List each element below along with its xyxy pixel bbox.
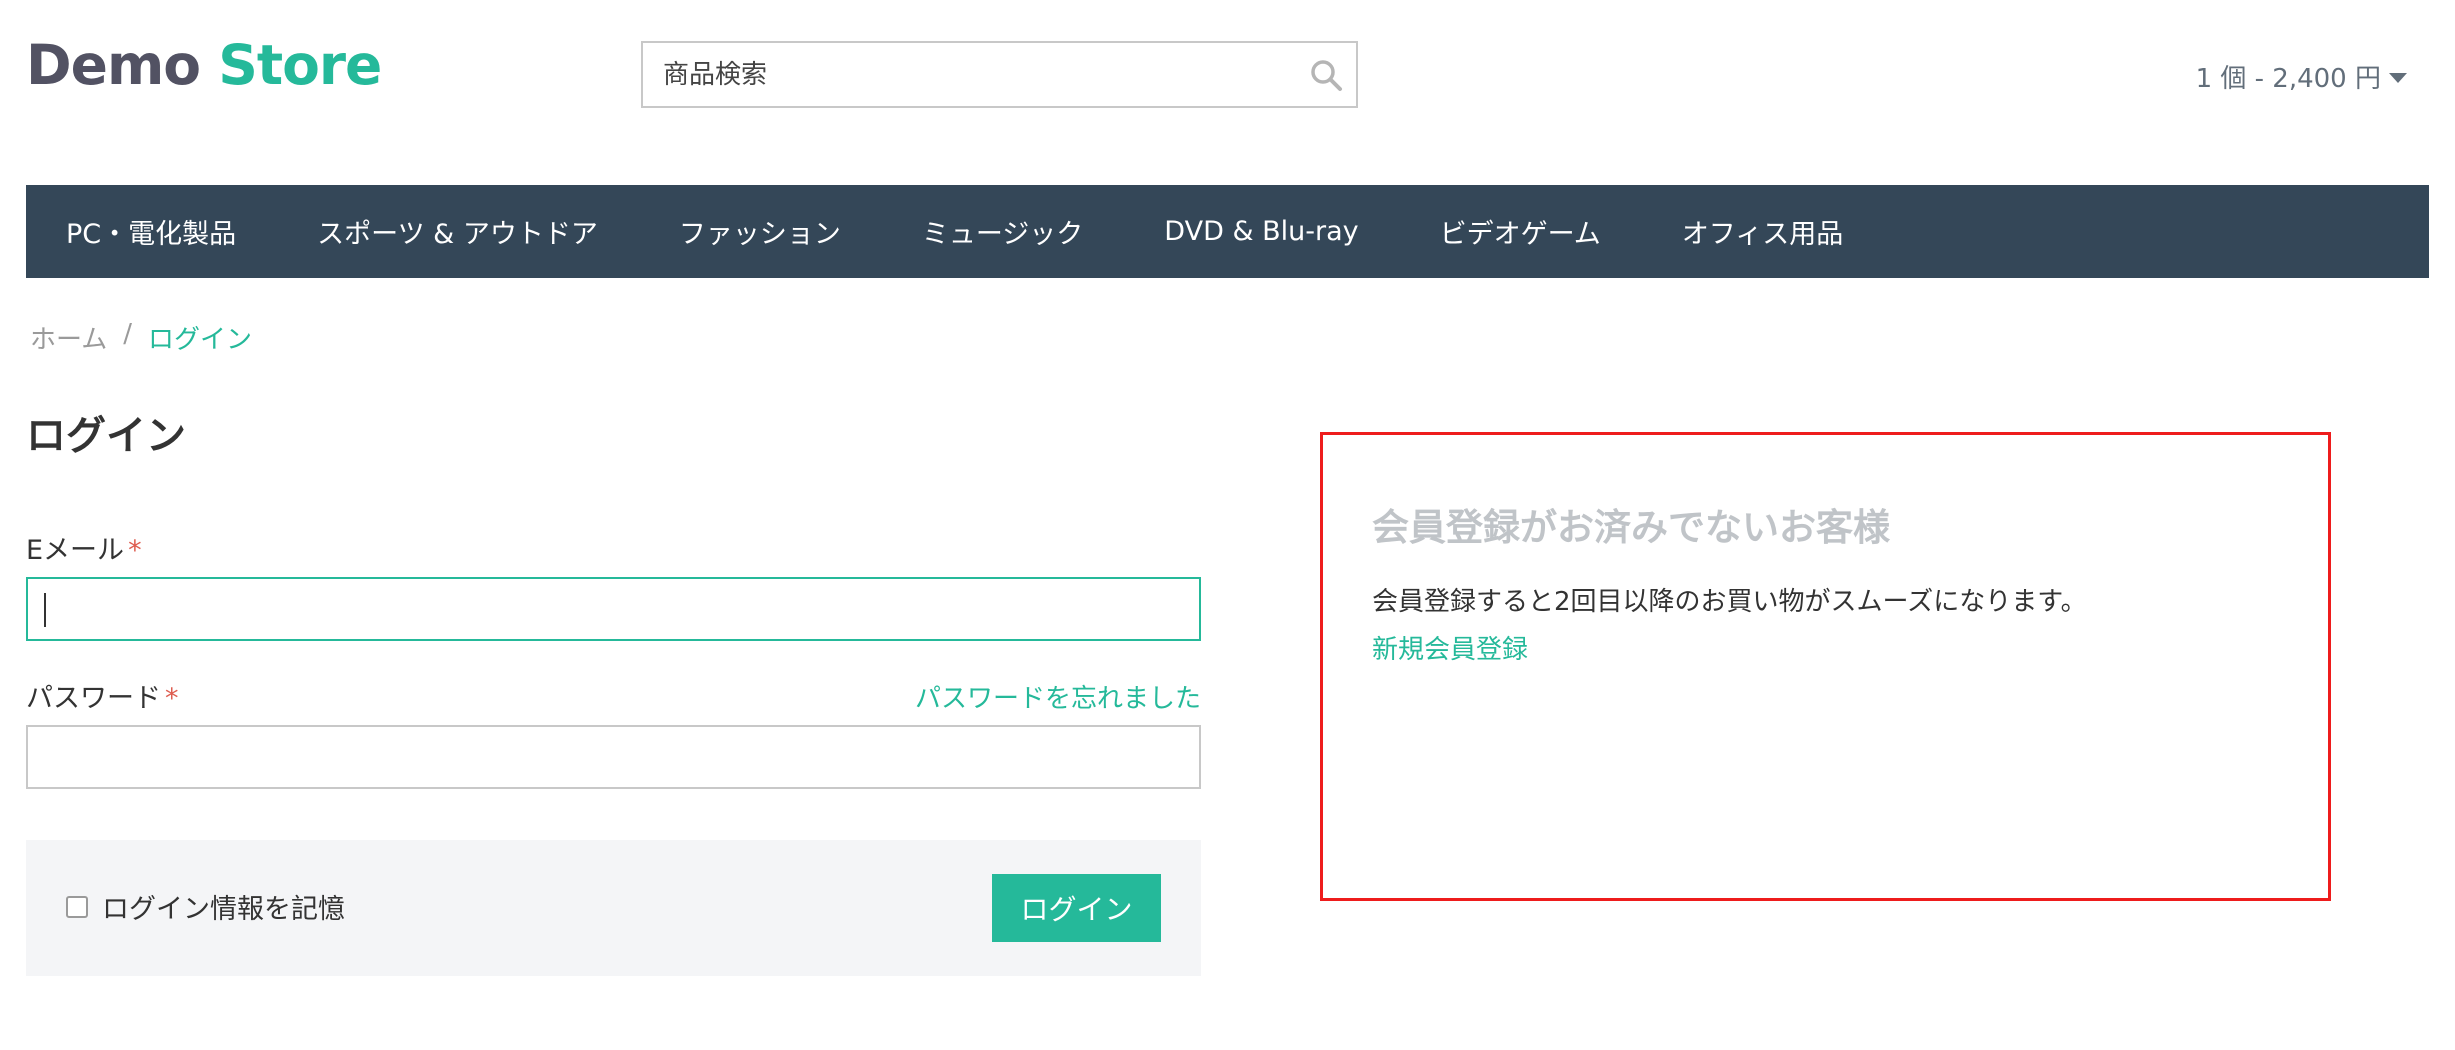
cart-summary[interactable]: 1 個 - 2,400 円 [2196, 58, 2407, 95]
remember-me[interactable]: ログイン情報を記憶 [66, 887, 345, 926]
breadcrumb-separator: / [123, 319, 132, 349]
email-label: Eメール * [26, 528, 142, 567]
nav-item-pc-electronics[interactable]: PC・電化製品 [66, 212, 236, 251]
nav-item-music[interactable]: ミュージック [922, 212, 1083, 251]
required-mark: * [128, 535, 142, 566]
category-nav: PC・電化製品 スポーツ & アウトドア ファッション ミュージック DVD &… [26, 185, 2429, 278]
nav-item-office-supplies[interactable]: オフィス用品 [1682, 212, 1843, 251]
nav-item-sports-outdoor[interactable]: スポーツ & アウトドア [317, 212, 598, 251]
guest-register-box: 会員登録がお済みでないお客様 会員登録すると2回目以降のお買い物がスムーズになり… [1320, 432, 2331, 901]
email-field[interactable] [26, 577, 1201, 641]
page-title: ログイン [26, 413, 186, 459]
password-field[interactable] [26, 725, 1201, 789]
nav-item-fashion[interactable]: ファッション [679, 212, 841, 251]
register-link[interactable]: 新規会員登録 [1372, 629, 1528, 666]
login-button[interactable]: ログイン [992, 874, 1161, 942]
cart-summary-text: 1 個 - 2,400 円 [2195, 64, 2381, 94]
remember-me-label: ログイン情報を記憶 [102, 894, 345, 925]
forgot-password-link[interactable]: パスワードを忘れました [915, 678, 1201, 715]
nav-item-video-games[interactable]: ビデオゲーム [1440, 212, 1601, 251]
guest-description: 会員登録すると2回目以降のお買い物がスムーズになります。 [1372, 587, 2087, 617]
breadcrumb: ホーム / ログイン [30, 319, 252, 356]
password-input[interactable] [28, 727, 1199, 787]
login-actions: ログイン情報を記憶 ログイン [26, 840, 1201, 976]
search-icon[interactable] [1308, 57, 1344, 93]
search-box [641, 41, 1358, 108]
breadcrumb-home[interactable]: ホーム [30, 319, 107, 356]
chevron-down-icon [2389, 72, 2407, 83]
password-label-text: パスワード [26, 683, 161, 714]
required-mark: * [165, 683, 179, 714]
text-cursor [44, 593, 46, 627]
search-input[interactable] [643, 43, 1356, 106]
email-label-text: Eメール [26, 535, 125, 566]
remember-me-checkbox[interactable] [66, 895, 88, 918]
email-input[interactable] [28, 579, 1199, 639]
breadcrumb-current: ログイン [148, 325, 253, 355]
store-logo[interactable]: Demo Store [26, 38, 382, 93]
nav-item-dvd-bluray[interactable]: DVD & Blu-ray [1164, 216, 1358, 247]
logo-text-demo: Demo [26, 33, 201, 97]
logo-text-store: Store [218, 33, 382, 97]
guest-title: 会員登録がお済みでないお客様 [1372, 506, 1890, 549]
password-label: パスワード * [26, 676, 179, 715]
